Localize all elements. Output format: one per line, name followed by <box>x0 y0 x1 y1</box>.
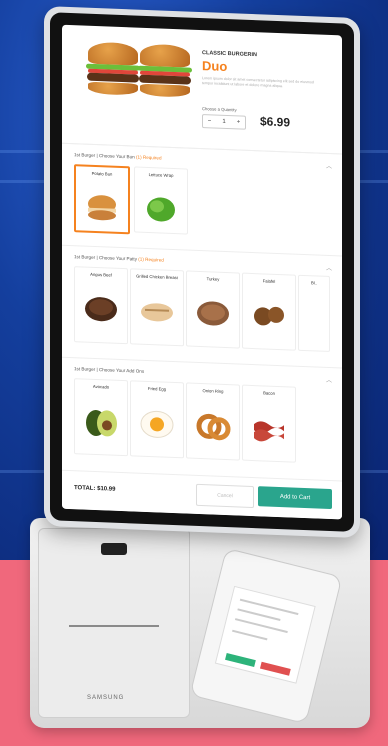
bun-section: 1st Burger | Choose Your Bun (1) Require… <box>62 142 342 257</box>
terminal-text-line <box>232 629 268 641</box>
plus-icon[interactable]: + <box>232 119 245 125</box>
scanner-icon <box>101 543 127 555</box>
kiosk-screen: CLASSIC BURGERIN Duo Lorem ipsum dolor s… <box>62 24 342 520</box>
turkey-patty-icon <box>197 301 229 326</box>
option-label: Bacon <box>263 390 275 396</box>
required-badge: (1) Required <box>138 256 164 263</box>
printer-panel: SAMSUNG <box>38 528 190 718</box>
section-title: 1st Burger | Choose Your Patty <box>74 254 137 262</box>
option-fried-egg[interactable]: Fried Egg <box>130 380 184 459</box>
bun-icon <box>88 195 116 221</box>
receipt-slot <box>69 625 159 627</box>
option-bacon[interactable]: Bacon <box>242 384 296 463</box>
option-label: Turkey <box>206 276 220 282</box>
option-onion-ring[interactable]: Onion Ring <box>186 382 240 461</box>
product-title: Duo <box>202 58 228 75</box>
option-label: Avocado <box>92 383 110 390</box>
terminal-screen <box>214 585 316 684</box>
bun-top-icon <box>88 41 138 66</box>
quantity-stepper[interactable]: − 1 + <box>202 114 246 130</box>
bacon-icon <box>254 421 284 442</box>
option-lettuce-wrap[interactable]: Lettuce Wrap <box>134 166 188 235</box>
lettuce-icon <box>147 197 175 222</box>
section-header[interactable]: 1st Burger | Choose Your Add Ons <box>74 366 144 374</box>
addons-section: 1st Burger | Choose Your Add Ons ︿ Avoca… <box>62 356 342 479</box>
falafel-icon <box>254 306 284 326</box>
quantity-label: Choose a Quantity <box>202 106 237 113</box>
option-label: Falafel <box>262 278 276 284</box>
required-badge: (1) Required <box>135 154 162 161</box>
chevron-up-icon[interactable]: ︿ <box>326 161 332 170</box>
chevron-up-icon[interactable]: ︿ <box>326 263 332 272</box>
option-grilled-chicken[interactable]: Grilled Chicken Breast <box>130 268 184 347</box>
option-angus-beef[interactable]: Angus Beef <box>74 266 128 345</box>
add-to-cart-button[interactable]: Add to Cart <box>258 486 332 510</box>
minus-icon[interactable]: − <box>203 118 216 124</box>
bun-top-icon <box>140 43 190 68</box>
display-bezel: CLASSIC BURGERIN Duo Lorem ipsum dolor s… <box>50 12 354 532</box>
option-turkey[interactable]: Turkey <box>186 270 240 349</box>
chevron-up-icon[interactable]: ︿ <box>326 375 332 384</box>
option-label: Fried Egg <box>147 385 167 392</box>
option-falafel[interactable]: Falafel <box>242 272 296 351</box>
option-label: Lettuce Wrap <box>148 172 174 178</box>
product-hero: CLASSIC BURGERIN Duo Lorem ipsum dolor s… <box>62 24 342 155</box>
order-total: TOTAL: $10.99 <box>74 485 116 493</box>
terminal-text-line <box>237 608 281 621</box>
option-label: Angus Beef <box>90 271 112 278</box>
egg-icon <box>140 410 174 438</box>
option-potato-bun[interactable]: Potato Bun <box>74 164 130 235</box>
section-header[interactable]: 1st Burger | Choose Your Bun (1) Require… <box>74 152 162 160</box>
terminal-confirm-button[interactable] <box>225 653 256 668</box>
product-price: $6.99 <box>260 114 291 130</box>
chicken-icon <box>141 303 173 322</box>
product-category: CLASSIC BURGERIN <box>202 50 258 59</box>
onion-ring-icon <box>196 413 231 441</box>
brand-logo: SAMSUNG <box>87 695 125 701</box>
kiosk-display: CLASSIC BURGERIN Duo Lorem ipsum dolor s… <box>44 6 360 539</box>
option-label: Grilled Chicken Breast <box>136 273 178 281</box>
terminal-cancel-button[interactable] <box>259 661 291 676</box>
section-header[interactable]: 1st Burger | Choose Your Patty (1) Requi… <box>74 254 164 262</box>
section-title: 1st Burger | Choose Your Add Ons <box>74 366 145 374</box>
product-description: Lorem ipsum dolor sit amet consectetur a… <box>202 76 314 88</box>
quantity-value: 1 <box>222 118 226 125</box>
option-label: Bl.. <box>310 280 318 286</box>
burger-duo-image <box>84 41 196 116</box>
bun-bottom-icon <box>88 81 138 96</box>
order-footer: TOTAL: $10.99 Cancel Add to Cart <box>62 469 342 520</box>
option-label: Potato Bun <box>91 170 113 177</box>
option-label: Onion Ring <box>202 388 224 394</box>
cancel-button[interactable]: Cancel <box>196 483 254 509</box>
beef-patty-icon <box>85 297 117 322</box>
bun-bottom-icon <box>140 83 190 98</box>
option-partial[interactable]: Bl.. <box>298 274 330 352</box>
option-avocado[interactable]: Avocado <box>74 378 128 457</box>
patty-section: 1st Burger | Choose Your Patty (1) Requi… <box>62 244 342 369</box>
avocado-icon <box>86 409 117 437</box>
section-title: 1st Burger | Choose Your Bun <box>74 152 135 160</box>
